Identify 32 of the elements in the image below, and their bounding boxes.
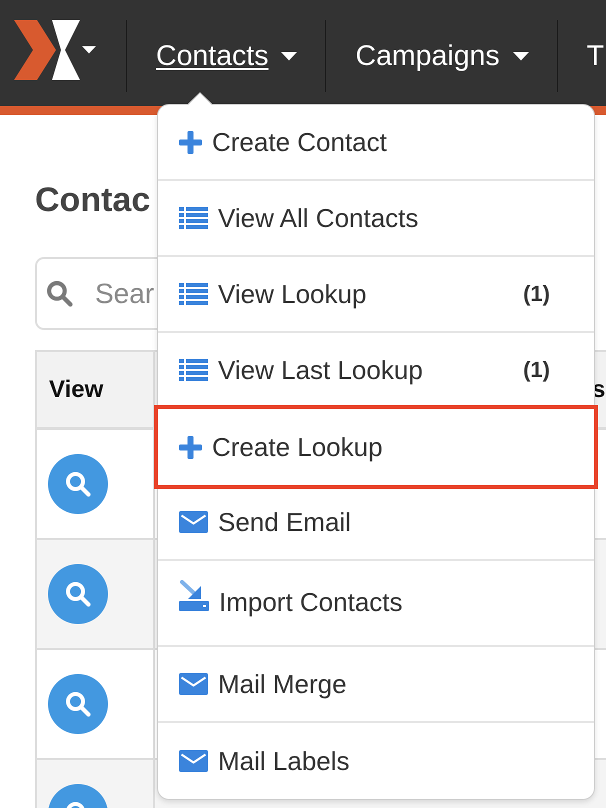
envelope-icon xyxy=(179,511,208,533)
search-icon xyxy=(65,581,91,607)
column-header: View xyxy=(37,352,155,427)
search-icon xyxy=(46,280,73,307)
item-count: (1) xyxy=(523,280,550,308)
import-icon xyxy=(179,580,209,611)
plus-icon xyxy=(179,436,202,458)
nav-tab[interactable]: Contacts xyxy=(127,39,326,73)
list-icon xyxy=(179,283,208,305)
menu-item[interactable]: View Lookup (1) xyxy=(158,257,594,333)
menu-item[interactable]: Create Lookup xyxy=(154,405,598,489)
search-icon xyxy=(65,691,91,717)
page-title: Contac xyxy=(35,180,150,220)
logo-menu-button[interactable] xyxy=(14,20,96,80)
plus-icon xyxy=(179,130,202,154)
menu-item[interactable]: View All Contacts xyxy=(158,181,594,257)
item-count: (1) xyxy=(523,356,550,384)
envelope-icon xyxy=(179,750,208,772)
logo-icon xyxy=(14,20,80,80)
nav-tab[interactable]: T xyxy=(558,39,606,73)
menu-item[interactable]: View Last Lookup (1) xyxy=(158,333,594,409)
search-icon xyxy=(65,471,91,497)
caret-icon xyxy=(82,46,96,54)
menu-item[interactable]: Mail Merge xyxy=(158,647,594,723)
list-icon xyxy=(179,359,208,381)
menu-item[interactable]: Mail Labels xyxy=(158,723,594,799)
envelope-icon xyxy=(179,673,208,695)
list-icon xyxy=(179,207,208,229)
menu-item[interactable]: Create Contact xyxy=(158,105,594,181)
menu-item[interactable]: Import Contacts xyxy=(158,561,594,647)
menu-item[interactable]: Send Email xyxy=(158,485,594,561)
nav-tab[interactable]: Campaigns xyxy=(326,39,557,73)
